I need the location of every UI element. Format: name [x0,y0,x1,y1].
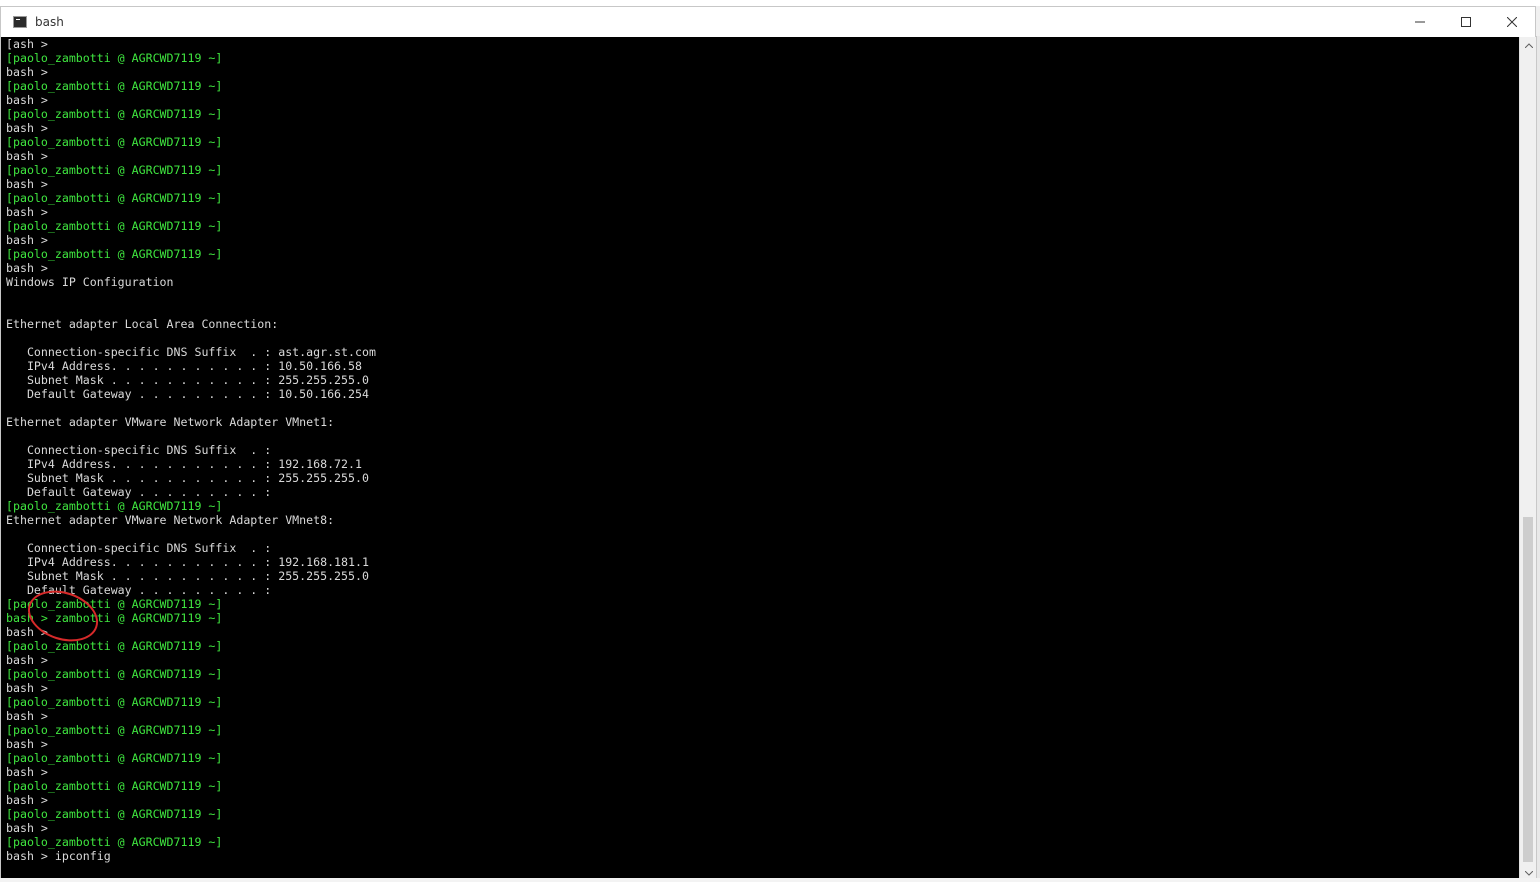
prompt-line: [paolo_zambotti @ AGRCWD7119 ~] [6,219,223,233]
close-icon [1507,17,1517,27]
background-window-edge-right [1536,36,1540,882]
window-controls [1397,7,1535,37]
terminal-lines: [ash > [paolo_zambotti @ AGRCWD7119 ~] bas… [6,37,376,863]
prompt-line: [paolo_zambotti @ AGRCWD7119 ~] [6,135,223,149]
output-line: IPv4 Address. . . . . . . . . . . : 192.… [6,457,362,471]
bash-prompt-line: bash > [6,737,48,751]
output-line: Ethernet adapter VMware Network Adapter … [6,513,335,527]
close-button[interactable] [1489,7,1535,37]
prompt-line: [paolo_zambotti @ AGRCWD7119 ~] [6,79,223,93]
output-line: IPv4 Address. . . . . . . . . . . : 10.5… [6,359,362,373]
output-line: Subnet Mask . . . . . . . . . . . : 255.… [6,373,369,387]
scroll-up-button[interactable] [1520,37,1537,54]
output-line: Ethernet adapter VMware Network Adapter … [6,415,335,429]
output-line: Windows IP Configuration [6,275,174,289]
bash-prompt-line: [ash > [6,37,48,51]
bash-prompt-line: bash > [6,821,48,835]
output-line: Subnet Mask . . . . . . . . . . . : 255.… [6,471,369,485]
output-line: Default Gateway . . . . . . . . . : 10.5… [6,387,369,401]
bash-prompt-line: bash > [6,149,48,163]
prompt-line: [paolo_zambotti @ AGRCWD7119 ~] [6,107,223,121]
prompt-line: [paolo_zambotti @ AGRCWD7119 ~] [6,51,223,65]
window-title: bash [35,15,64,29]
output-line: Connection-specific DNS Suffix . : [6,443,272,457]
terminal-output[interactable]: [ash > [paolo_zambotti @ AGRCWD7119 ~] bas… [1,37,1519,882]
chevron-up-icon [1524,43,1533,48]
bash-prompt-line: bash > ipconfig [6,849,111,863]
prompt-line: [paolo_zambotti @ AGRCWD7119 ~] [6,639,223,653]
output-line: Connection-specific DNS Suffix . : ast.a… [6,345,376,359]
prompt-line: [paolo_zambotti @ AGRCWD7119 ~] [6,247,223,261]
prompt-line: [paolo_zambotti @ AGRCWD7119 ~] [6,163,223,177]
bash-prompt-line: bash > [6,765,48,779]
prompt-line: [paolo_zambotti @ AGRCWD7119 ~] [6,695,223,709]
bash-prompt-line: bash > [6,261,48,275]
output-line: Ethernet adapter Local Area Connection: [6,317,279,331]
vertical-scrollbar[interactable] [1519,37,1536,882]
prompt-line: [paolo_zambotti @ AGRCWD7119 ~] [6,499,223,513]
prompt-line: [paolo_zambotti @ AGRCWD7119 ~] [6,779,223,793]
output-line: Subnet Mask . . . . . . . . . . . : 255.… [6,569,369,583]
prompt-line: [paolo_zambotti @ AGRCWD7119 ~] [6,191,223,205]
prompt-line: [paolo_zambotti @ AGRCWD7119 ~] [6,835,223,849]
maximize-button[interactable] [1443,7,1489,37]
output-line: Connection-specific DNS Suffix . : [6,541,272,555]
prompt-line: [paolo_zambotti @ AGRCWD7119 ~] [6,807,223,821]
terminal-icon [13,16,27,28]
prompt-line: [paolo_zambotti @ AGRCWD7119 ~] [6,723,223,737]
bottom-edge [0,878,1540,882]
scroll-thumb[interactable] [1523,517,1533,862]
bash-prompt-line: bash > [6,177,48,191]
terminal-window[interactable]: bash [ash > [paolo_zambotti @ AGRCWD7119 … [0,6,1536,882]
bash-prompt-line: bash > [6,233,48,247]
minimize-button[interactable] [1397,7,1443,37]
minimize-icon [1415,21,1425,23]
bash-prompt-line: bash > [6,681,48,695]
title-bar[interactable]: bash [1,7,1535,37]
maximize-icon [1461,17,1471,27]
chevron-down-icon [1524,871,1533,876]
bash-prompt-line: bash > [6,93,48,107]
bash-prompt-line: bash > [6,653,48,667]
prompt-line: [paolo_zambotti @ AGRCWD7119 ~] [6,751,223,765]
bash-prompt-line: bash > [6,121,48,135]
bash-prompt-line: bash > [6,793,48,807]
output-line: Default Gateway . . . . . . . . . : [6,485,272,499]
prompt-line: [paolo_zambotti @ AGRCWD7119 ~] [6,667,223,681]
bash-prompt-line: bash > [6,65,48,79]
bash-prompt-line: bash > [6,205,48,219]
bash-prompt-line: bash > [6,709,48,723]
output-line: IPv4 Address. . . . . . . . . . . : 192.… [6,555,369,569]
